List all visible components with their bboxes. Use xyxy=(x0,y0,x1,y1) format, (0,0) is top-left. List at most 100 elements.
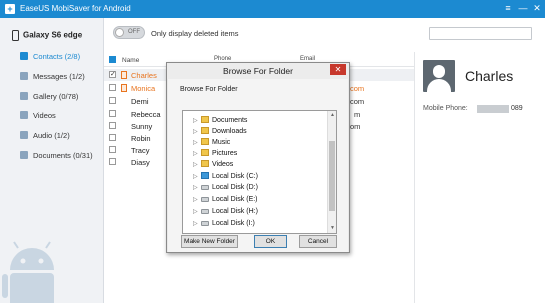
expand-arrow-icon[interactable]: ▷ xyxy=(193,184,199,191)
disk-icon xyxy=(201,197,209,202)
contacts-icon xyxy=(20,52,28,60)
phone-icon xyxy=(12,30,19,41)
app-logo-icon: + xyxy=(5,4,15,14)
sidebar-item-videos[interactable]: Videos xyxy=(20,111,56,123)
tree-item-label: Videos xyxy=(212,161,234,168)
deleted-only-toggle[interactable]: OFF xyxy=(113,26,145,39)
expand-arrow-icon[interactable]: ▷ xyxy=(193,220,199,227)
close-button[interactable]: ✕ xyxy=(530,2,544,15)
make-new-folder-button[interactable]: Make New Folder xyxy=(181,235,238,248)
sidebar-item-messages[interactable]: Messages (1/2) xyxy=(20,72,85,84)
disk-icon xyxy=(201,209,209,214)
detail-contact-name: Charles xyxy=(465,68,514,84)
browse-folder-dialog: Browse For Folder ✕ Browse For Folder ▷ D… xyxy=(166,62,350,253)
expand-arrow-icon[interactable]: ▷ xyxy=(193,173,199,180)
toggle-state: OFF xyxy=(128,29,140,35)
documents-icon xyxy=(20,151,28,159)
audio-icon xyxy=(20,131,28,139)
row-checkbox[interactable] xyxy=(109,158,116,165)
column-name: Name xyxy=(122,57,140,64)
tree-item-label: Documents xyxy=(212,117,248,124)
contact-name: Rebecca xyxy=(131,110,161,119)
row-checkbox[interactable] xyxy=(109,84,116,91)
tree-item-disk-e[interactable]: ▷ Local Disk (E:) xyxy=(193,196,258,207)
row-checkbox[interactable] xyxy=(109,110,116,117)
folder-tree[interactable]: ▷ Documents ▷ Downloads ▷ Music ▷ Pictures ▷… xyxy=(182,110,337,234)
contact-detail-panel: Charles Mobile Phone: 089 xyxy=(414,52,545,303)
dialog-close-button[interactable]: ✕ xyxy=(330,64,346,75)
gallery-icon xyxy=(20,92,28,100)
row-checkbox[interactable] xyxy=(109,70,116,78)
cancel-button[interactable]: Cancel xyxy=(299,235,337,248)
tree-item-pictures[interactable]: ▷ Pictures xyxy=(193,149,237,160)
email-fragment: com xyxy=(350,97,365,106)
expand-arrow-icon[interactable]: ▷ xyxy=(193,150,199,157)
row-checkbox[interactable] xyxy=(109,134,116,141)
tree-item-label: Local Disk (E:) xyxy=(212,196,258,203)
contact-name: Sunny xyxy=(131,122,153,131)
tree-item-music[interactable]: ▷ Music xyxy=(193,138,230,149)
tree-item-disk-d[interactable]: ▷ Local Disk (D:) xyxy=(193,184,258,195)
dialog-body: Browse For Folder ▷ Documents ▷ Downloads … xyxy=(168,79,348,252)
search-input[interactable] xyxy=(429,27,532,40)
sidebar-item-label: Audio (1/2) xyxy=(33,131,70,140)
tree-item-videos[interactable]: ▷ Videos xyxy=(193,160,233,171)
sidebar: Galaxy S6 edge Contacts (2/8) Messages (… xyxy=(0,18,104,303)
sidebar-item-label: Gallery (0/78) xyxy=(33,92,79,101)
contact-name: Charles xyxy=(131,71,157,80)
phone-label: Mobile Phone: xyxy=(423,105,468,112)
sidebar-item-label: Videos xyxy=(33,111,56,120)
sidebar-item-contacts[interactable]: Contacts (2/8) xyxy=(20,52,80,64)
row-checkbox[interactable] xyxy=(109,146,116,153)
select-all-checkbox[interactable] xyxy=(109,56,116,63)
messages-icon xyxy=(20,72,28,80)
expand-arrow-icon[interactable]: ▷ xyxy=(193,117,199,124)
device-header: Galaxy S6 edge xyxy=(12,30,82,41)
contact-name: Diasy xyxy=(131,158,150,167)
contact-name: Demi xyxy=(131,97,149,106)
expand-arrow-icon[interactable]: ▷ xyxy=(193,208,199,215)
sidebar-item-audio[interactable]: Audio (1/2) xyxy=(20,131,70,143)
tree-item-documents[interactable]: ▷ Documents xyxy=(193,116,247,127)
expand-arrow-icon[interactable]: ▷ xyxy=(193,196,199,203)
tree-item-disk-h[interactable]: ▷ Local Disk (H:) xyxy=(193,208,258,219)
phone-redaction xyxy=(477,105,509,113)
ok-button[interactable]: OK xyxy=(254,235,287,248)
tree-item-disk-c[interactable]: ▷ Local Disk (C:) xyxy=(193,172,258,183)
title-bar: + EaseUS MobiSaver for Android ≡ — ✕ xyxy=(0,0,545,18)
sidebar-item-label: Documents (0/31) xyxy=(33,151,93,160)
expand-arrow-icon[interactable]: ▷ xyxy=(193,161,199,168)
tree-item-downloads[interactable]: ▷ Downloads xyxy=(193,127,247,138)
expand-arrow-icon[interactable]: ▷ xyxy=(193,139,199,146)
email-fragment: m xyxy=(354,110,361,119)
expand-arrow-icon[interactable]: ▷ xyxy=(193,128,199,135)
tree-item-label: Downloads xyxy=(212,128,247,135)
videos-icon xyxy=(20,111,28,119)
minimize-button[interactable]: — xyxy=(516,2,530,15)
tree-item-disk-i[interactable]: ▷ Local Disk (I:) xyxy=(193,220,255,231)
scroll-up-icon[interactable]: ▲ xyxy=(328,111,336,120)
folder-icon xyxy=(201,149,209,156)
toggle-knob xyxy=(115,28,124,37)
tree-item-label: Pictures xyxy=(212,150,238,157)
folder-icon xyxy=(201,127,209,134)
avatar xyxy=(423,60,455,92)
row-checkbox[interactable] xyxy=(109,122,116,129)
sidebar-item-gallery[interactable]: Gallery (0/78) xyxy=(20,92,78,104)
sidebar-item-label: Messages (1/2) xyxy=(33,72,85,81)
system-disk-icon xyxy=(201,172,209,179)
dialog-title: Browse For Folder xyxy=(167,63,349,79)
deleted-contact-icon xyxy=(121,71,127,79)
scroll-down-icon[interactable]: ▼ xyxy=(328,224,336,233)
scroll-thumb[interactable] xyxy=(329,141,335,211)
tree-item-label: Local Disk (H:) xyxy=(212,208,258,215)
avatar-head xyxy=(433,65,445,78)
menu-icon[interactable]: ≡ xyxy=(501,2,515,15)
disk-icon xyxy=(201,221,209,226)
sidebar-item-documents[interactable]: Documents (0/31) xyxy=(20,151,93,163)
tree-scrollbar[interactable]: ▲ ▼ xyxy=(327,111,336,233)
email-fragment: om xyxy=(350,122,361,131)
row-checkbox[interactable] xyxy=(109,97,116,104)
dialog-heading: Browse For Folder xyxy=(180,86,238,93)
tree-item-label: Local Disk (D:) xyxy=(212,184,258,191)
